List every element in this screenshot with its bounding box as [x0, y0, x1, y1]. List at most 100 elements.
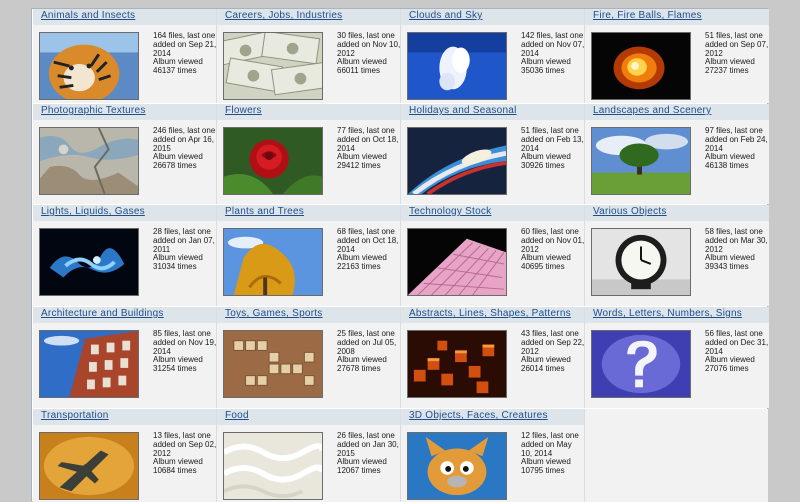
- album-title-link[interactable]: Plants and Trees: [225, 206, 304, 217]
- blue-sky-cloud-photo-icon[interactable]: [407, 32, 507, 100]
- album-file-info: 142 files, last one added on Nov 07, 201…: [521, 31, 585, 58]
- candy-swirl-photo-icon[interactable]: [407, 127, 507, 195]
- album-cell-architecture-and-buildings: Architecture and Buildings 85 files, last…: [33, 307, 217, 408]
- album-file-info: 28 files, last one added on Jan 07, 2011: [153, 227, 215, 254]
- album-title-link[interactable]: 3D Objects, Faces, Creatures: [409, 410, 548, 421]
- album-file-info: 246 files, last one added on Apr 16, 201…: [153, 126, 216, 153]
- album-view-count: Album viewed 27678 times: [337, 355, 387, 374]
- album-file-info: 164 files, last one added on Sep 21, 201…: [153, 31, 217, 58]
- empty-album-cell: [585, 409, 768, 502]
- album-stats: 77 files, last one added on Oct 18, 2014…: [337, 126, 401, 171]
- album-title-link[interactable]: Words, Letters, Numbers, Signs: [593, 308, 742, 319]
- album-file-info: 25 files, last one added on Jul 05, 2008: [337, 329, 397, 356]
- album-view-count: Album viewed 10795 times: [521, 457, 571, 476]
- album-view-count: Album viewed 31034 times: [153, 253, 203, 272]
- scrabble-board-photo-icon[interactable]: [223, 330, 323, 398]
- album-cell-landscapes-and-scenery: Landscapes and Scenery 97 files, last one…: [585, 104, 769, 204]
- album-file-info: 51 files, last one added on Feb 13, 2014: [521, 126, 584, 153]
- blue-smoke-photo-icon[interactable]: [39, 228, 139, 296]
- album-title-link[interactable]: Food: [225, 410, 249, 421]
- album-file-info: 68 files, last one added on Oct 18, 2014: [337, 227, 399, 254]
- album-stats: 85 files, last one added on Nov 19, 2014…: [153, 329, 217, 374]
- album-title-bar: Transportation: [33, 409, 216, 425]
- album-title-link[interactable]: Toys, Games, Sports: [225, 308, 323, 319]
- white-frosting-photo-icon[interactable]: [223, 432, 323, 500]
- fighter-jet-photo-icon[interactable]: [39, 432, 139, 500]
- album-stats: 43 files, last one added on Sep 22, 2012…: [521, 329, 585, 374]
- album-title-link[interactable]: Transportation: [41, 410, 109, 421]
- album-cell-lights-liquids-gases: Lights, Liquids, Gases 28 files, last one…: [33, 205, 217, 306]
- album-title-bar: Careers, Jobs, Industries: [217, 9, 400, 25]
- album-row: Architecture and Buildings 85 files, last…: [33, 307, 769, 408]
- album-title-link[interactable]: Careers, Jobs, Industries: [225, 10, 342, 21]
- album-title-link[interactable]: Clouds and Sky: [409, 10, 483, 21]
- album-title-bar: Animals and Insects: [33, 9, 216, 25]
- album-cell-animals-and-insects: Animals and Insects 164 files, last one a…: [33, 9, 217, 103]
- album-title-bar: Clouds and Sky: [401, 9, 584, 25]
- album-stats: 51 files, last one added on Sep 07, 2012…: [705, 31, 769, 76]
- album-stats: 26 files, last one added on Jan 30, 2015…: [337, 431, 401, 476]
- album-stats: 13 files, last one added on Sep 02, 2012…: [153, 431, 217, 476]
- peeling-texture-photo-icon[interactable]: [39, 127, 139, 195]
- album-file-info: 97 files, last one added on Feb 24, 2014: [705, 126, 768, 153]
- album-stats: 25 files, last one added on Jul 05, 2008…: [337, 329, 401, 374]
- album-view-count: Album viewed 22163 times: [337, 253, 387, 272]
- album-file-info: 77 files, last one added on Oct 18, 2014: [337, 126, 399, 153]
- album-view-count: Album viewed 39343 times: [705, 253, 755, 272]
- album-title-bar: Architecture and Buildings: [33, 307, 216, 323]
- album-view-count: Album viewed 12067 times: [337, 457, 387, 476]
- money-bills-photo-icon[interactable]: [223, 32, 323, 100]
- album-cell-careers-jobs-industries: Careers, Jobs, Industries 30 files, last …: [217, 9, 401, 103]
- tree-landscape-photo-icon[interactable]: [591, 127, 691, 195]
- album-stats: 164 files, last one added on Sep 21, 201…: [153, 31, 217, 76]
- album-title-link[interactable]: Lights, Liquids, Gases: [41, 206, 145, 217]
- red-rose-photo-icon[interactable]: [223, 127, 323, 195]
- album-title-bar: Plants and Trees: [217, 205, 400, 221]
- album-cell-plants-and-trees: Plants and Trees 68 files, last one added…: [217, 205, 401, 306]
- album-title-link[interactable]: Architecture and Buildings: [41, 308, 164, 319]
- album-stats: 51 files, last one added on Feb 13, 2014…: [521, 126, 585, 171]
- album-title-link[interactable]: Holidays and Seasonal: [409, 105, 517, 116]
- album-stats: 56 files, last one added on Dec 31, 2014…: [705, 329, 769, 374]
- question-mark-photo-icon[interactable]: [591, 330, 691, 398]
- album-row: Transportation 13 files, last one added o…: [33, 409, 768, 502]
- album-title-link[interactable]: Flowers: [225, 105, 262, 116]
- album-title-bar: Lights, Liquids, Gases: [33, 205, 216, 221]
- album-view-count: Album viewed 40695 times: [521, 253, 571, 272]
- album-cell-clouds-and-sky: Clouds and Sky 142 files, last one added …: [401, 9, 585, 103]
- album-view-count: Album viewed 46137 times: [153, 57, 203, 76]
- album-file-info: 12 files, last one added on May 10, 2014: [521, 431, 579, 458]
- album-title-link[interactable]: Fire, Fire Balls, Flames: [593, 10, 702, 21]
- album-title-bar: Fire, Fire Balls, Flames: [585, 9, 769, 25]
- album-title-bar: Holidays and Seasonal: [401, 104, 584, 120]
- album-title-bar: Various Objects: [585, 205, 769, 221]
- album-cell-food: Food 26 files, last one added on Jan 30, …: [217, 409, 401, 502]
- album-view-count: Album viewed 27076 times: [705, 355, 755, 374]
- album-row: Animals and Insects 164 files, last one a…: [33, 9, 769, 103]
- album-title-link[interactable]: Animals and Insects: [41, 10, 135, 21]
- tiger-photo-icon[interactable]: [39, 32, 139, 100]
- album-cell-flowers: Flowers 77 files, last one added on Oct 1…: [217, 104, 401, 204]
- album-title-link[interactable]: Photographic Textures: [41, 105, 146, 116]
- album-title-link[interactable]: Abstracts, Lines, Shapes, Patterns: [409, 308, 571, 319]
- album-title-link[interactable]: Various Objects: [593, 206, 667, 217]
- album-view-count: Album viewed 30926 times: [521, 152, 571, 171]
- album-gallery: Animals and Insects 164 files, last one a…: [31, 8, 769, 502]
- album-title-bar: Landscapes and Scenery: [585, 104, 769, 120]
- album-view-count: Album viewed 66011 times: [337, 57, 387, 76]
- pink-keyboard-photo-icon[interactable]: [407, 228, 507, 296]
- album-file-info: 13 files, last one added on Sep 02, 2012: [153, 431, 217, 458]
- autumn-tree-photo-icon[interactable]: [223, 228, 323, 296]
- fireball-photo-icon[interactable]: [591, 32, 691, 100]
- brick-building-photo-icon[interactable]: [39, 330, 139, 398]
- alarm-clock-photo-icon[interactable]: [591, 228, 691, 296]
- album-file-info: 30 files, last one added on Nov 10, 2012: [337, 31, 401, 58]
- album-file-info: 60 files, last one added on Nov 01, 2012: [521, 227, 585, 254]
- album-cell-various-objects: Various Objects 58 files, last one added …: [585, 205, 769, 306]
- album-title-link[interactable]: Landscapes and Scenery: [593, 105, 711, 116]
- orange-cubes-photo-icon[interactable]: [407, 330, 507, 398]
- album-view-count: Album viewed 29412 times: [337, 152, 387, 171]
- cartoon-cat-photo-icon[interactable]: [407, 432, 507, 500]
- album-title-bar: Photographic Textures: [33, 104, 216, 120]
- album-title-link[interactable]: Technology Stock: [409, 206, 491, 217]
